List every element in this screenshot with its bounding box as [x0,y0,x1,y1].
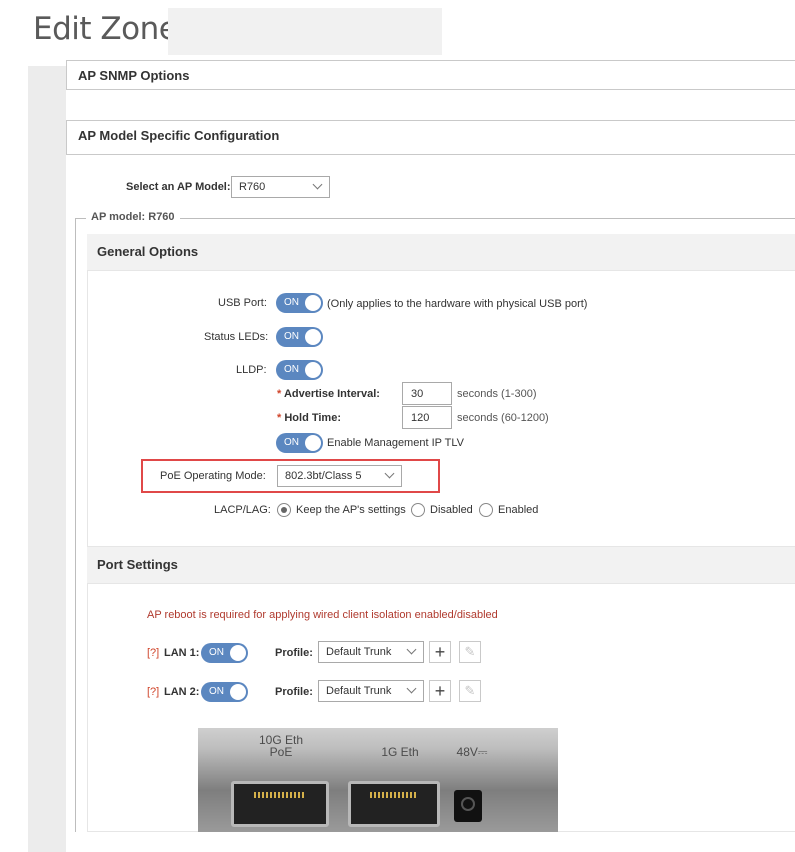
poe-mode-value: 802.3bt/Class 5 [285,470,362,482]
lldp-toggle[interactable]: ON [276,360,323,380]
lan1-toggle[interactable]: ON [201,643,248,663]
lan1-add-profile-button[interactable]: + [429,641,451,663]
toggle-knob [230,645,246,661]
mgmt-ip-tlv-toggle[interactable]: ON [276,433,323,453]
general-options-title: General Options [97,244,199,259]
plus-icon: + [434,681,446,701]
port-settings-title: Port Settings [97,557,178,572]
lacp-label: LACP/LAG: [214,504,271,516]
toggle-on-text: ON [209,647,224,658]
chevron-down-icon [406,644,417,655]
lacp-keep-radio[interactable] [277,503,291,517]
plus-icon: + [434,642,446,662]
advertise-interval-label: * Advertise Interval: [277,388,380,400]
usb-port-label: USB Port: [218,297,267,309]
photo-label-48v: 48V⎓ [456,745,488,759]
hold-time-unit: seconds (60-1200) [457,412,549,424]
usb-port-note: (Only applies to the hardware with physi… [327,298,588,310]
lacp-enabled-radio[interactable] [479,503,493,517]
toggle-on-text: ON [284,437,299,448]
pencil-icon: ✎ [464,683,476,698]
lan1-label: LAN 1: [164,647,200,659]
lan2-label: LAN 2: [164,686,200,698]
toggle-knob [305,329,321,345]
lan2-profile-label: Profile: [275,686,313,698]
ap-model-select[interactable]: R760 [231,176,330,198]
advertise-interval-text: Advertise Interval: [283,388,380,400]
lan2-add-profile-button[interactable]: + [429,680,451,702]
ap-snmp-options-panel[interactable]: AP SNMP Options [66,60,795,90]
lacp-disabled-label: Disabled [430,504,473,516]
lan2-help-link[interactable]: [?] [147,686,159,698]
toggle-on-text: ON [284,297,299,308]
hold-time-label: * Hold Time: [277,412,341,424]
fieldset-legend: AP model: R760 [86,211,180,223]
lan1-edit-profile-button[interactable]: ✎ [459,641,481,663]
toggle-on-text: ON [209,686,224,697]
lan2-edit-profile-button[interactable]: ✎ [459,680,481,702]
lan2-toggle[interactable]: ON [201,682,248,702]
lacp-enabled-label: Enabled [498,504,539,516]
chevron-down-icon [384,468,395,479]
ap-model-value: R760 [239,181,266,193]
pencil-icon: ✎ [464,644,476,659]
ap-model-label: Select an AP Model: [126,181,231,193]
eth-port-10g [231,781,329,827]
chevron-down-icon [312,179,323,190]
page-title: Edit Zone: [33,11,188,47]
lan1-help-link[interactable]: [?] [147,647,159,659]
lan2-profile-value: Default Trunk [326,685,392,697]
lan1-profile-value: Default Trunk [326,646,392,658]
toggle-knob [305,435,321,451]
zone-name-redacted [168,8,442,55]
status-leds-label: Status LEDs: [204,331,269,343]
fieldset-top-line [75,218,795,219]
required-asterisk: * [277,412,282,424]
toggle-knob [230,684,246,700]
lldp-label: LLDP: [236,364,267,376]
status-leds-toggle[interactable]: ON [276,327,323,347]
lacp-disabled-radio[interactable] [411,503,425,517]
mgmt-ip-tlv-label: Enable Management IP TLV [327,437,464,449]
toggle-on-text: ON [284,331,299,342]
hold-time-input[interactable]: 120 [402,406,452,429]
usb-port-toggle[interactable]: ON [276,293,323,313]
lacp-keep-label: Keep the AP's settings [296,504,406,516]
fieldset-left-line [75,218,76,832]
lan2-profile-select[interactable]: Default Trunk [318,680,424,702]
left-gutter [28,66,66,852]
advertise-interval-input[interactable]: 30 [402,382,452,405]
toggle-on-text: ON [284,364,299,375]
photo-label-1g: 1G Eth [381,745,419,759]
lan1-profile-label: Profile: [275,647,313,659]
toggle-knob [305,295,321,311]
hold-time-text: Hold Time: [284,412,341,424]
poe-mode-select[interactable]: 802.3bt/Class 5 [277,465,402,487]
ap-model-specific-panel[interactable]: AP Model Specific Configuration [66,120,795,155]
required-asterisk: * [277,388,282,400]
lan1-profile-select[interactable]: Default Trunk [318,641,424,663]
eth-port-1g [348,781,440,827]
photo-label-10g-poe: 10G Eth PoE [258,733,304,759]
ap-ports-photo: 10G Eth PoE 1G Eth 48V⎓ [198,728,558,832]
dc-power-jack [454,790,482,822]
reboot-warning: AP reboot is required for applying wired… [147,609,498,621]
chevron-down-icon [406,683,417,694]
toggle-knob [305,362,321,378]
advertise-interval-unit: seconds (1-300) [457,388,537,400]
poe-mode-label: PoE Operating Mode: [160,470,266,482]
